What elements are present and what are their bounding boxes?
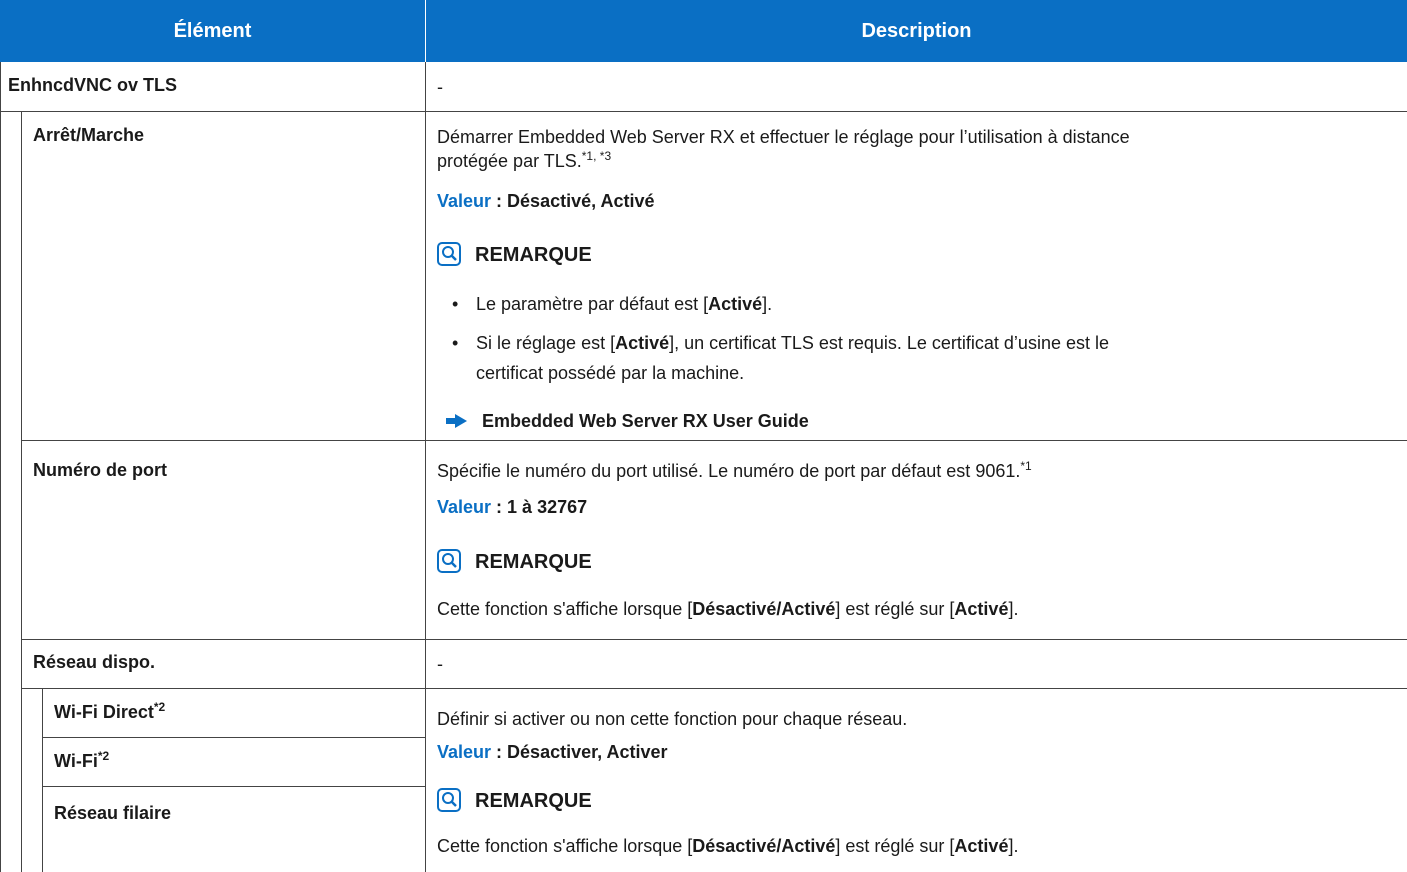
arrow-right-icon — [446, 414, 467, 428]
row-divider — [42, 786, 425, 787]
lightbulb-magnifier-icon — [437, 242, 461, 266]
port-note-heading: REMARQUE — [437, 547, 592, 577]
column-divider — [425, 62, 426, 872]
on-off-description: Démarrer Embedded Web Server RX et effec… — [437, 127, 1130, 171]
row-label-wifi-direct: Wi-Fi Direct*2 — [54, 700, 166, 722]
row-label-wifi: Wi-Fi*2 — [54, 749, 110, 771]
network-note-text: Cette fonction s'affiche lorsque [Désact… — [437, 836, 1019, 856]
indent-line-1 — [21, 111, 22, 872]
row-divider — [21, 440, 1407, 441]
network-value: Valeur : Désactiver, Activer — [437, 742, 668, 762]
row-label-enhanced-vnc: EnhncdVNC ov TLS — [8, 75, 178, 95]
on-off-note-heading: REMARQUE — [437, 240, 592, 270]
row-desc-enhanced-vnc: - — [437, 77, 443, 97]
row-divider — [0, 111, 1407, 112]
lightbulb-magnifier-icon — [437, 788, 461, 812]
row-desc-network: - — [437, 654, 443, 674]
reference-link[interactable]: Embedded Web Server RX User Guide — [446, 409, 1046, 433]
port-note-text: Cette fonction s'affiche lorsque [Désact… — [437, 599, 1019, 619]
header-element: Élément — [173, 20, 252, 42]
row-divider — [21, 688, 1407, 689]
row-label-port-number: Numéro de port — [33, 460, 168, 480]
row-divider — [42, 737, 425, 738]
row-label-wired: Réseau filaire — [54, 803, 172, 823]
network-note-heading: REMARQUE — [437, 786, 592, 816]
row-label-network: Réseau dispo. — [33, 652, 156, 672]
row-label-on-off: Arrêt/Marche — [33, 125, 145, 145]
indent-line-2 — [42, 688, 43, 872]
network-description: Définir si activer ou non cette fonction… — [437, 709, 908, 729]
lightbulb-magnifier-icon — [437, 549, 461, 573]
table-left-border — [0, 62, 1, 872]
row-divider — [21, 639, 1407, 640]
port-value: Valeur : 1 à 32767 — [437, 497, 588, 517]
port-description: Spécifie le numéro du port utilisé. Le n… — [437, 459, 1032, 481]
header-description: Description — [861, 20, 972, 42]
table-header: Élément Description — [0, 0, 1407, 62]
on-off-value: Valeur : Désactivé, Activé — [437, 191, 655, 211]
